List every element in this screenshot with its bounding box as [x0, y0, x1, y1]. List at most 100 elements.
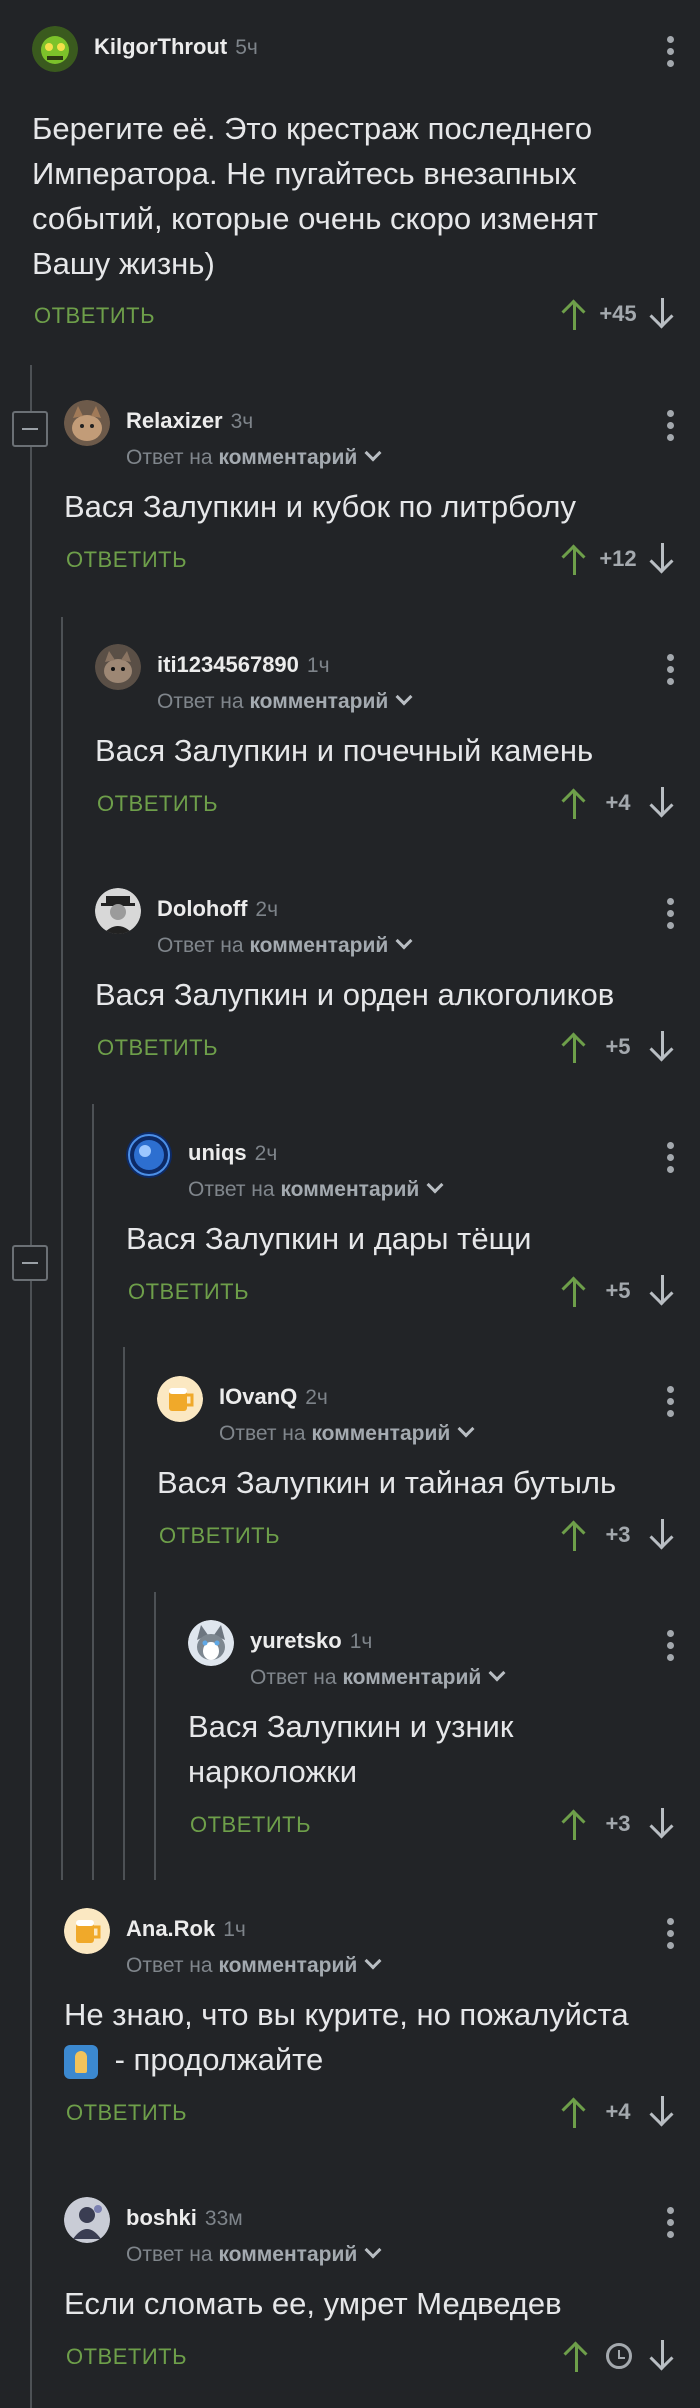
comment-score: +3 — [605, 1522, 631, 1547]
avatar[interactable] — [64, 1908, 110, 1954]
comment: boshki 33м Ответ на комментарий Если слом… — [64, 2197, 700, 2392]
comment: yuretsko 1ч Ответ на комментарий Вася Зал… — [188, 1620, 700, 1860]
praying-hands-icon — [64, 2044, 98, 2079]
comment-score: +5 — [605, 1034, 631, 1059]
upvote-arrow-icon[interactable] — [556, 783, 592, 823]
more-options-icon[interactable] — [666, 1630, 674, 1666]
more-options-icon[interactable] — [666, 898, 674, 934]
comment-text: Вася Залупкин и дары тёщи — [126, 1221, 532, 1256]
collapse-thread-button[interactable] — [12, 1245, 48, 1281]
author-name[interactable]: KilgorThrout 5ч — [94, 34, 258, 60]
author-name[interactable]: uniqs 2ч — [188, 1140, 277, 1166]
comment-text-line: - продолжайте — [106, 2042, 324, 2077]
comment: Dolohoff 2ч Ответ на комментарий Вася Зал… — [95, 888, 700, 1073]
comment-time: 1ч — [223, 1918, 246, 1941]
downvote-arrow-icon[interactable] — [644, 1271, 680, 1311]
downvote-arrow-icon[interactable] — [644, 1515, 680, 1555]
comment: uniqs 2ч Ответ на комментарий Вася Залупк… — [126, 1132, 700, 1317]
reply-to-link[interactable]: Ответ на комментарий — [126, 2241, 382, 2267]
upvote-arrow-icon[interactable] — [558, 2336, 594, 2376]
reply-button[interactable]: ОТВЕТИТЬ — [34, 303, 155, 329]
upvote-arrow-icon[interactable] — [556, 2092, 592, 2132]
author-name[interactable]: Relaxizer 3ч — [126, 408, 253, 434]
downvote-arrow-icon[interactable] — [644, 294, 680, 334]
reply-to-link[interactable]: Ответ на комментарий — [157, 688, 413, 714]
comment-time: 1ч — [349, 1630, 373, 1653]
author-name[interactable]: Dolohoff 2ч — [157, 896, 278, 922]
author-name[interactable]: IOvanQ 2ч — [219, 1384, 328, 1410]
avatar[interactable] — [95, 644, 141, 690]
vote-controls: +4 — [556, 783, 680, 823]
reply-to-link[interactable]: Ответ на комментарий — [126, 444, 382, 470]
comment-score: +12 — [599, 546, 637, 571]
comment-text: Вася Залупкин и кубок по литрболу — [64, 489, 577, 524]
upvote-arrow-icon[interactable] — [556, 539, 592, 579]
reply-button[interactable]: ОТВЕТИТЬ — [97, 791, 218, 817]
reply-to-link[interactable]: Ответ на комментарий — [250, 1664, 506, 1690]
reply-to-link[interactable]: Ответ на комментарий — [188, 1176, 444, 1202]
chevron-down-icon — [426, 1176, 444, 1194]
vote-controls: +5 — [556, 1027, 680, 1067]
upvote-arrow-icon[interactable] — [556, 1804, 592, 1844]
vote-controls: +3 — [556, 1515, 680, 1555]
comment-time: 2ч — [255, 898, 279, 921]
upvote-arrow-icon[interactable] — [556, 1271, 592, 1311]
author-name[interactable]: iti1234567890 1ч — [157, 652, 330, 678]
comment-text: Вася Залупкин и почечный камень — [95, 733, 594, 768]
upvote-arrow-icon[interactable] — [556, 294, 592, 334]
thread-line — [61, 617, 63, 1880]
downvote-arrow-icon[interactable] — [644, 539, 680, 579]
reply-to-link[interactable]: Ответ на комментарий — [219, 1420, 475, 1446]
avatar[interactable] — [64, 2197, 110, 2243]
avatar[interactable] — [32, 26, 78, 72]
comment-time: 3ч — [230, 410, 254, 433]
author-name[interactable]: yuretsko 1ч — [250, 1628, 372, 1654]
comment-time: 2ч — [254, 1142, 278, 1165]
more-options-icon[interactable] — [666, 2207, 674, 2243]
more-options-icon[interactable] — [666, 654, 674, 690]
avatar[interactable] — [64, 400, 110, 446]
author-name[interactable]: Ana.Rok 1ч — [126, 1916, 246, 1942]
upvote-arrow-icon[interactable] — [556, 1027, 592, 1067]
more-options-icon[interactable] — [666, 1142, 674, 1178]
downvote-arrow-icon[interactable] — [644, 1027, 680, 1067]
downvote-arrow-icon[interactable] — [644, 783, 680, 823]
reply-button[interactable]: ОТВЕТИТЬ — [97, 1035, 218, 1061]
comment-time: 33м — [204, 2207, 243, 2230]
comment-score: +5 — [605, 1278, 631, 1303]
more-options-icon[interactable] — [666, 410, 674, 446]
reply-button[interactable]: ОТВЕТИТЬ — [190, 1812, 311, 1838]
reply-button[interactable]: ОТВЕТИТЬ — [66, 2100, 187, 2126]
comment-score: +45 — [599, 301, 637, 326]
comment: IOvanQ 2ч Ответ на комментарий Вася Залуп… — [157, 1376, 700, 1561]
downvote-arrow-icon[interactable] — [644, 1804, 680, 1844]
comment-text: Вася Залупкин и орден алкоголиков — [95, 977, 615, 1012]
more-options-icon[interactable] — [666, 36, 674, 72]
reply-button[interactable]: ОТВЕТИТЬ — [66, 2344, 187, 2370]
chevron-down-icon — [488, 1664, 506, 1682]
collapse-thread-button[interactable] — [12, 411, 48, 447]
more-options-icon[interactable] — [666, 1918, 674, 1954]
downvote-arrow-icon[interactable] — [644, 2092, 680, 2132]
author-name[interactable]: boshki 33м — [126, 2205, 243, 2231]
reply-to-link[interactable]: Ответ на комментарий — [126, 1952, 382, 1978]
thread-line — [123, 1347, 125, 1880]
reply-button[interactable]: ОТВЕТИТЬ — [159, 1523, 280, 1549]
downvote-arrow-icon[interactable] — [644, 2336, 680, 2376]
comment-time: 1ч — [306, 654, 330, 677]
thread-line — [154, 1592, 156, 1880]
avatar[interactable] — [188, 1620, 234, 1666]
comment: KilgorThrout 5ч Берегите её. Это крестраж… — [32, 26, 700, 336]
avatar[interactable] — [157, 1376, 203, 1422]
clock-icon — [606, 2343, 632, 2369]
more-options-icon[interactable] — [666, 1386, 674, 1422]
comment-time: 5ч — [235, 36, 258, 59]
upvote-arrow-icon[interactable] — [556, 1515, 592, 1555]
reply-button[interactable]: ОТВЕТИТЬ — [66, 547, 187, 573]
avatar[interactable] — [126, 1132, 172, 1178]
reply-to-link[interactable]: Ответ на комментарий — [157, 932, 413, 958]
chevron-down-icon — [364, 444, 382, 462]
avatar[interactable] — [95, 888, 141, 934]
comment-score: +4 — [605, 2099, 631, 2124]
reply-button[interactable]: ОТВЕТИТЬ — [128, 1279, 249, 1305]
